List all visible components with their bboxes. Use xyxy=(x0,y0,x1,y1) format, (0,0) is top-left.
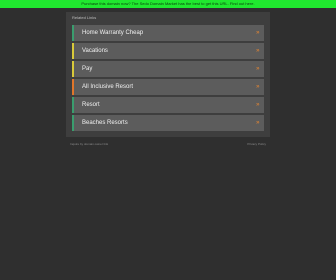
related-links-panel: Related Links Home Warranty Cheap » Vaca… xyxy=(66,12,270,137)
link-label: Beaches Resorts xyxy=(82,120,128,126)
link-label: All Inclusive Resort xyxy=(82,84,134,90)
link-label: Vacations xyxy=(82,48,108,54)
link-item-all-inclusive-resort[interactable]: All Inclusive Resort » xyxy=(72,79,264,95)
related-links-list: Home Warranty Cheap » Vacations » Pay » … xyxy=(72,25,264,133)
link-item-home-warranty-cheap[interactable]: Home Warranty Cheap » xyxy=(72,25,264,41)
chevron-right-icon: » xyxy=(256,102,259,108)
chevron-right-icon: » xyxy=(256,48,259,54)
link-item-beaches-resorts[interactable]: Beaches Resorts » xyxy=(72,115,264,131)
chevron-right-icon: » xyxy=(256,120,259,126)
link-item-pay[interactable]: Pay » xyxy=(72,61,264,77)
domain-owner-link[interactable]: Inquire by domain owner link xyxy=(70,141,108,147)
link-label: Pay xyxy=(82,66,93,72)
chevron-right-icon: » xyxy=(256,30,259,36)
link-item-resort[interactable]: Resort » xyxy=(72,97,264,113)
link-item-vacations[interactable]: Vacations » xyxy=(72,43,264,59)
link-label: Resort xyxy=(82,102,100,108)
link-label: Home Warranty Cheap xyxy=(82,30,144,36)
chevron-right-icon: » xyxy=(256,66,259,72)
domain-sale-banner[interactable]: Purchase this domain now? The Sedo Domai… xyxy=(0,0,336,8)
panel-heading: Related Links xyxy=(72,15,97,20)
privacy-policy-link[interactable]: Privacy Policy xyxy=(247,141,266,147)
footer: Inquire by domain owner link Privacy Pol… xyxy=(70,141,266,147)
chevron-right-icon: » xyxy=(256,84,259,90)
